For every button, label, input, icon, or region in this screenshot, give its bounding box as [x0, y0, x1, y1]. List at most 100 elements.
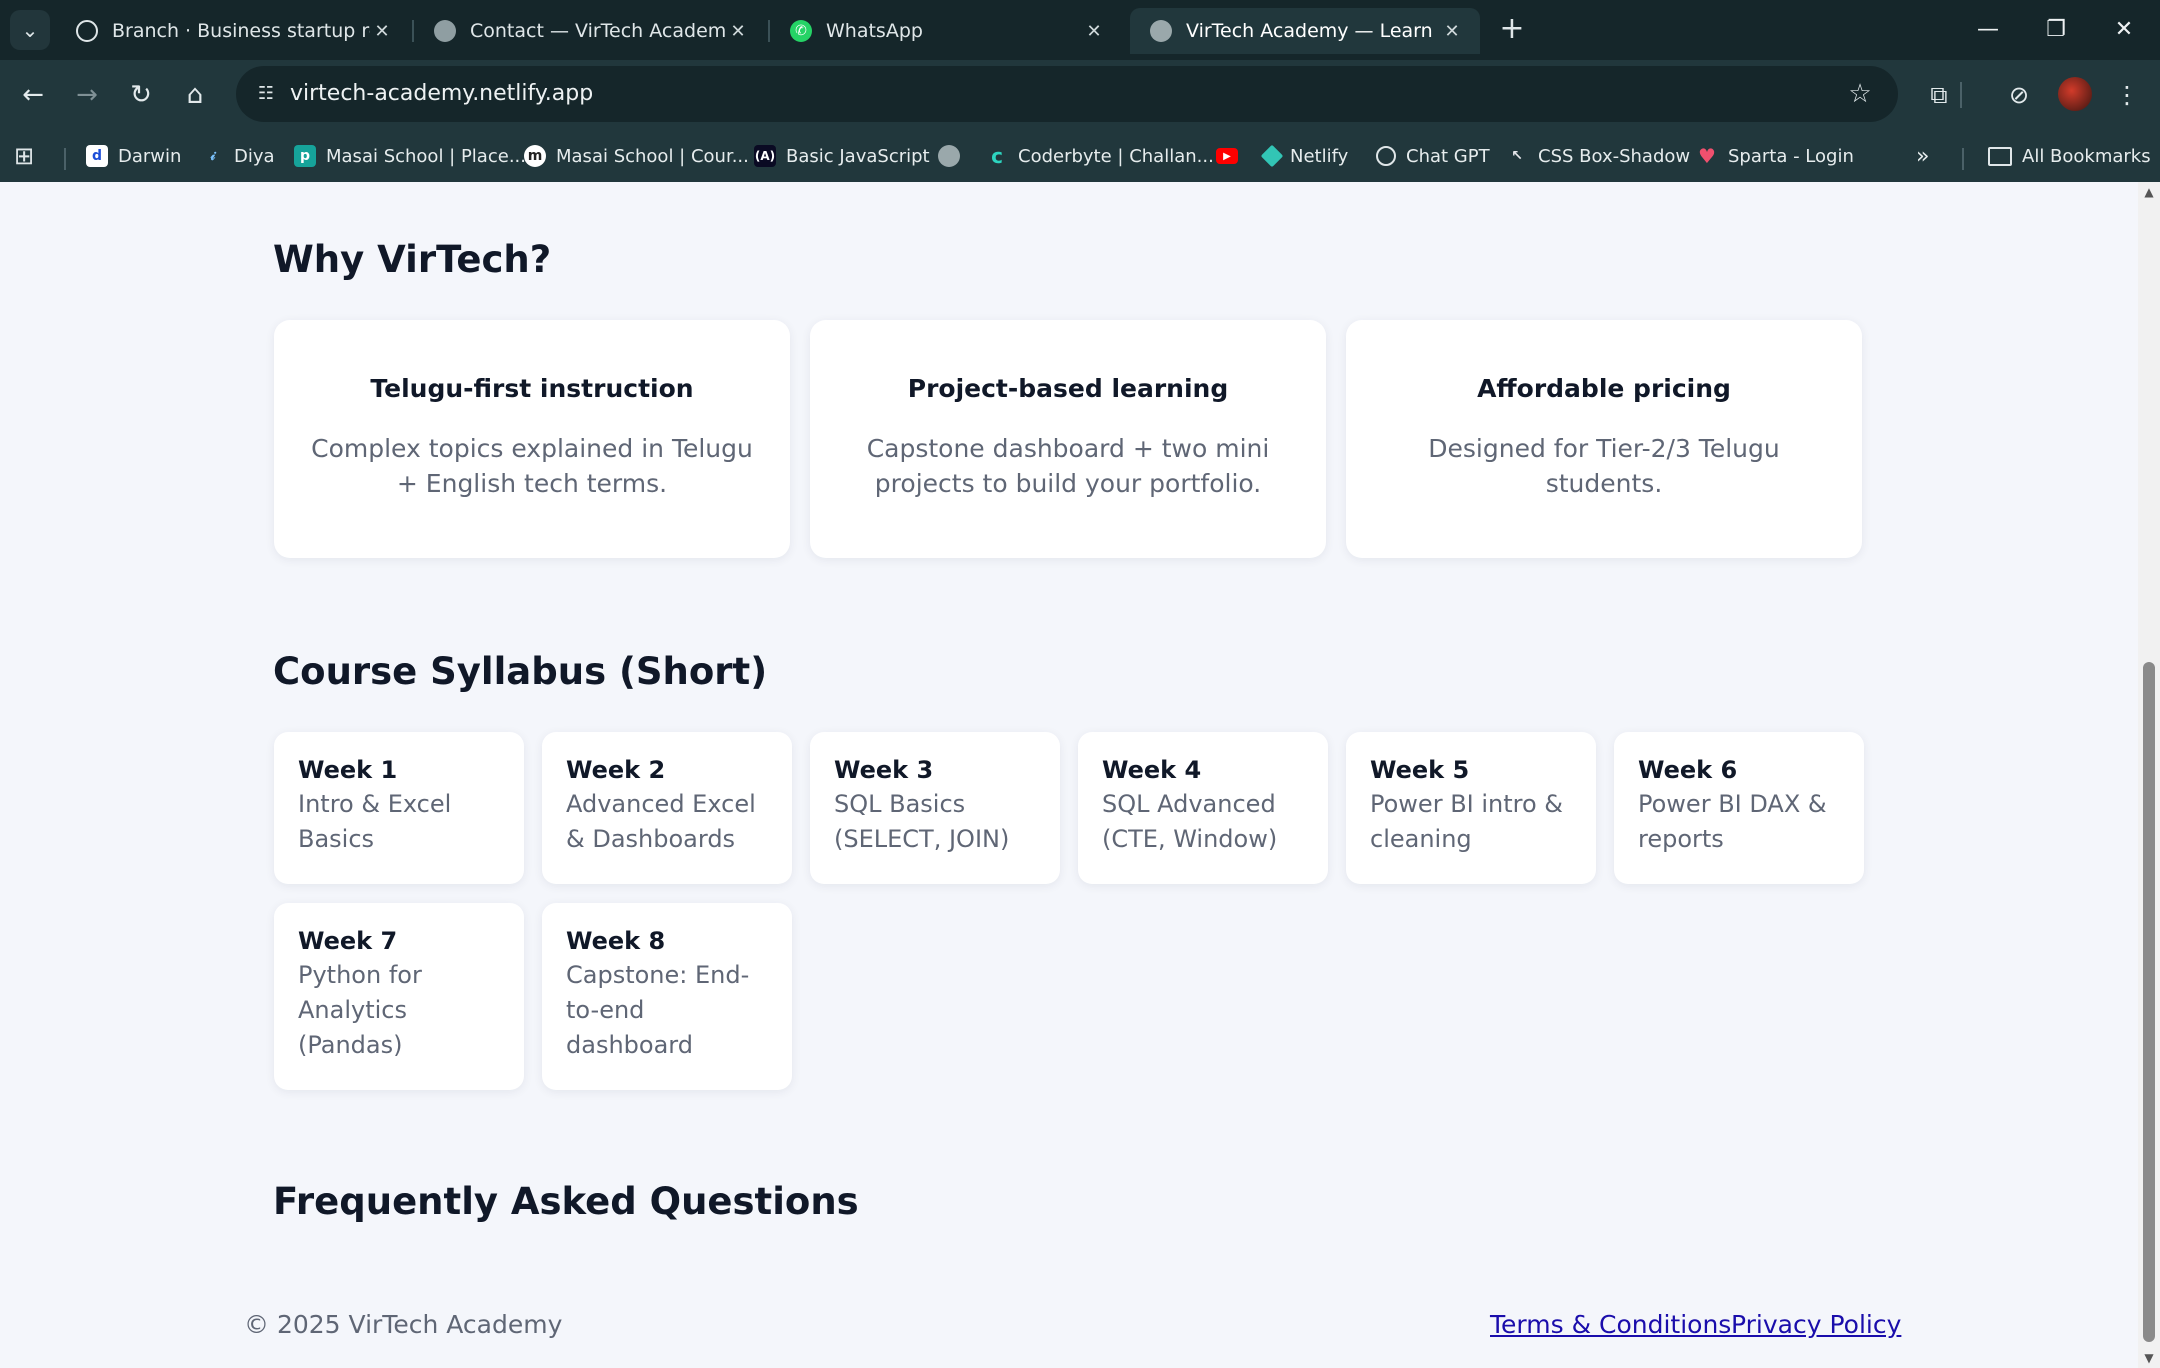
feature-card: Affordable pricing Designed for Tier-2/3…: [1346, 320, 1862, 558]
bookmark-label: Basic JavaScript: [786, 145, 930, 167]
bookmark-coderbyte[interactable]: c Coderbyte | Challan...: [986, 138, 1214, 174]
faq-heading: Frequently Asked Questions: [273, 1180, 859, 1223]
all-bookmarks-label: All Bookmarks: [2022, 145, 2151, 167]
minimize-button[interactable]: —: [1964, 10, 2012, 50]
tab-contact[interactable]: Contact — VirTech Academy ✕: [414, 8, 766, 54]
syllabus-week-card: Week 2 Advanced Excel & Dashboards: [542, 732, 792, 884]
performance-icon[interactable]: ⊘: [1998, 74, 2040, 116]
terms-link[interactable]: Terms & Conditions: [1490, 1310, 1731, 1339]
week-description: SQL Basics (SELECT, JOIN): [834, 790, 1010, 853]
address-bar[interactable]: ☷ virtech-academy.netlify.app ☆: [236, 66, 1898, 122]
bookmark-label: Chat GPT: [1406, 145, 1490, 167]
extensions-icon[interactable]: ⧉: [1918, 74, 1960, 116]
page-viewport: Why VirTech? Telugu-first instruction Co…: [0, 182, 2138, 1368]
back-button[interactable]: ←: [12, 74, 54, 116]
syllabus-week-card: Week 5 Power BI intro & cleaning: [1346, 732, 1596, 884]
home-button[interactable]: ⌂: [174, 74, 216, 116]
menu-dots-icon[interactable]: ⋮: [2106, 74, 2148, 116]
syllabus-heading: Course Syllabus (Short): [273, 650, 768, 693]
browser-toolbar: ← → ↻ ⌂ ☷ virtech-academy.netlify.app ☆ …: [0, 60, 2160, 130]
page-scrollbar[interactable]: ▲ ▼: [2138, 182, 2160, 1368]
netlify-icon: [1260, 144, 1284, 168]
coderbyte-icon: c: [991, 144, 1003, 168]
bookmark-label: Netlify: [1290, 145, 1349, 167]
feature-card: Project-based learning Capstone dashboar…: [810, 320, 1326, 558]
bookmark-darwin[interactable]: d Darwin: [86, 138, 181, 174]
week-title: Week 7: [298, 927, 398, 955]
chatgpt-icon: [1376, 146, 1396, 166]
all-bookmarks-button[interactable]: All Bookmarks: [1988, 138, 2151, 174]
privacy-link[interactable]: Privacy Policy: [1731, 1310, 1901, 1339]
restore-button[interactable]: ❐: [2032, 10, 2080, 50]
close-icon[interactable]: ✕: [1082, 21, 1106, 42]
week-description: Capstone: End-to-end dashboard: [566, 961, 750, 1059]
week-description: Intro & Excel Basics: [298, 790, 452, 853]
bookmark-youtube[interactable]: ▶: [1216, 138, 1248, 174]
scroll-down-arrow-icon[interactable]: ▼: [2138, 1348, 2160, 1368]
close-icon[interactable]: ✕: [726, 21, 750, 42]
bookmark-sparta[interactable]: ♥ Sparta - Login: [1696, 138, 1854, 174]
bookmark-divider: [1962, 148, 1964, 170]
feature-description: Capstone dashboard + two mini projects t…: [866, 434, 1270, 498]
folder-icon: [1988, 146, 2012, 166]
avatar[interactable]: [2058, 77, 2092, 111]
globe-icon: [1150, 20, 1172, 42]
forward-button[interactable]: →: [66, 74, 108, 116]
toolbar-divider: [1960, 82, 1962, 108]
cursor-icon: ↖: [1511, 148, 1523, 164]
week-title: Week 8: [566, 927, 666, 955]
week-title: Week 4: [1102, 756, 1202, 784]
diya-icon: 𝒾: [210, 148, 216, 164]
close-icon[interactable]: ✕: [370, 21, 394, 42]
new-tab-button[interactable]: +: [1492, 12, 1532, 48]
bookmark-star-icon[interactable]: ☆: [1842, 76, 1878, 112]
tab-virtech[interactable]: VirTech Academy — Learn Data ✕: [1130, 8, 1480, 54]
week-description: Power BI DAX & reports: [1638, 790, 1827, 853]
tab-search-button[interactable]: ⌄: [10, 10, 50, 50]
url-text[interactable]: virtech-academy.netlify.app: [290, 66, 593, 122]
bookmark-globe[interactable]: [938, 138, 970, 174]
syllabus-week-card: Week 3 SQL Basics (SELECT, JOIN): [810, 732, 1060, 884]
bookmark-label: Masai School | Cour...: [556, 145, 749, 167]
bookmark-css-box-shadow[interactable]: ↖ CSS Box-Shadow: [1506, 138, 1690, 174]
freecodecamp-icon: (A): [754, 145, 776, 167]
week-title: Week 6: [1638, 756, 1738, 784]
bookmark-label: Sparta - Login: [1728, 145, 1854, 167]
week-description: SQL Advanced (CTE, Window): [1102, 790, 1278, 853]
bookmark-chatgpt[interactable]: Chat GPT: [1376, 138, 1490, 174]
close-icon[interactable]: ✕: [1440, 21, 1464, 42]
bookmark-masai-place[interactable]: p Masai School | Place...: [294, 138, 526, 174]
bookmark-diya[interactable]: 𝒾 Diya: [202, 138, 275, 174]
tab-strip: ⌄ Branch · Business startup roadm ✕ Cont…: [0, 0, 2160, 60]
tab-title: Branch · Business startup roadm: [112, 20, 370, 42]
scrollbar-thumb[interactable]: [2143, 662, 2155, 1342]
bookmarks-bar: ⊞ d Darwin 𝒾 Diya p Masai School | Place…: [0, 130, 2160, 183]
bookmark-basic-js[interactable]: (A) Basic JavaScript: [754, 138, 930, 174]
syllabus-week-card: Week 4 SQL Advanced (CTE, Window): [1078, 732, 1328, 884]
more-bookmarks-icon[interactable]: »: [1916, 138, 1929, 174]
bookmark-label: Diya: [234, 145, 275, 167]
bookmark-masai-course[interactable]: m Masai School | Cour...: [524, 138, 749, 174]
apps-grid-icon[interactable]: ⊞: [14, 138, 34, 174]
chevron-down-icon: ⌄: [21, 18, 39, 42]
feature-title: Project-based learning: [907, 374, 1229, 403]
globe-icon: [434, 20, 456, 42]
reload-button[interactable]: ↻: [120, 74, 162, 116]
feature-description: Complex topics explained in Telugu + Eng…: [311, 434, 753, 498]
bookmark-label: Darwin: [118, 145, 182, 167]
masai-m-icon: m: [524, 145, 546, 167]
feature-description: Designed for Tier-2/3 Telugu students.: [1428, 434, 1780, 498]
tab-whatsapp[interactable]: ✆ WhatsApp ✕: [770, 8, 1122, 54]
tab-branch[interactable]: Branch · Business startup roadm ✕: [56, 8, 410, 54]
syllabus-week-card: Week 7 Python for Analytics (Pandas): [274, 903, 524, 1090]
week-description: Advanced Excel & Dashboards: [566, 790, 756, 853]
scroll-up-arrow-icon[interactable]: ▲: [2138, 182, 2160, 202]
darwin-icon: d: [86, 145, 108, 167]
bookmark-netlify[interactable]: Netlify: [1260, 138, 1349, 174]
feature-card: Telugu-first instruction Complex topics …: [274, 320, 790, 558]
close-window-button[interactable]: ✕: [2100, 10, 2148, 50]
tab-title: WhatsApp: [826, 20, 923, 42]
syllabus-week-card: Week 6 Power BI DAX & reports: [1614, 732, 1864, 884]
tab-title: VirTech Academy — Learn Data: [1186, 20, 1440, 42]
site-info-icon[interactable]: ☷: [250, 78, 282, 110]
